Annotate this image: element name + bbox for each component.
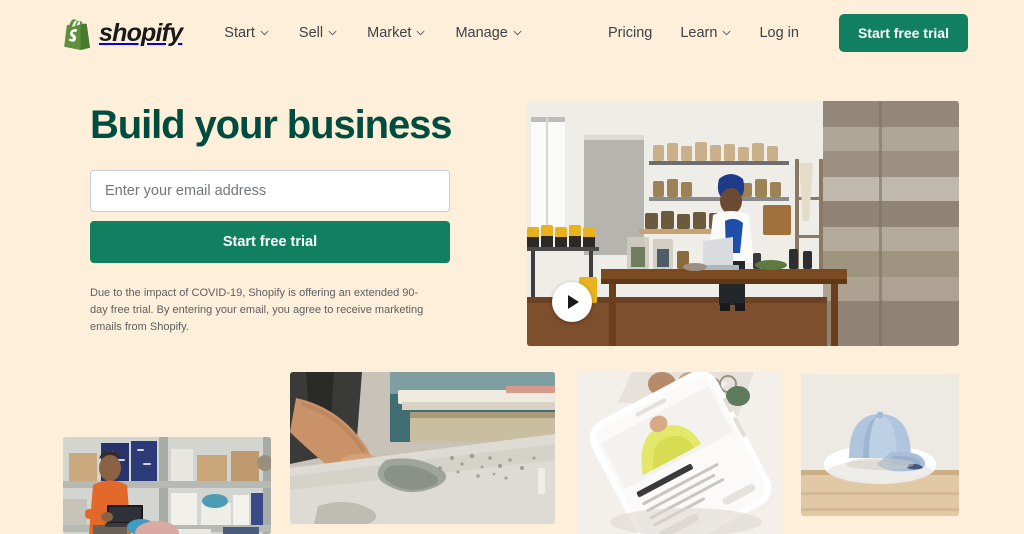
gallery-item-warehouse[interactable] [63,437,271,534]
start-free-trial-hero-button[interactable]: Start free trial [90,221,450,264]
cap-image [801,374,959,516]
nav-item-pricing[interactable]: Pricing [608,25,652,41]
start-free-trial-nav-button[interactable]: Start free trial [838,14,968,52]
email-field[interactable] [90,170,450,213]
phone-mockup-image [578,372,782,534]
nav-item-sell-label: Sell [298,25,324,41]
nav-item-start-label: Start [224,25,255,41]
chevron-down-icon [723,30,731,36]
play-icon [568,295,579,309]
nav-item-pricing-label: Pricing [608,25,653,41]
play-button[interactable] [552,282,592,322]
hero-video-image [527,101,959,346]
nav-item-learn-label: Learn [680,25,718,41]
nav-item-manage[interactable]: Manage [455,25,522,41]
chevron-down-icon [417,30,425,36]
nav-item-start[interactable]: Start [224,25,269,41]
chevron-down-icon [328,30,337,36]
chevron-down-icon [260,30,269,36]
nav-item-login[interactable]: Log in [759,25,799,41]
nav-item-login-label: Log in [759,25,799,41]
hero-section: Build your business Start free trial Due… [90,103,462,336]
site-header: shopify Start Sell Market Manage Pricing… [0,0,1024,66]
nav-item-market-label: Market [367,25,412,41]
nav-item-sell[interactable]: Sell [299,25,337,41]
gallery-item-phone[interactable] [578,372,782,534]
gallery-item-cap[interactable] [801,374,959,516]
shopify-logo-link[interactable]: shopify [62,17,183,50]
page-title: Build your business [90,103,452,147]
hero-video-thumbnail[interactable] [527,101,959,346]
brand-name: shopify [99,18,183,47]
chevron-down-icon [513,30,522,36]
warehouse-image [63,437,271,534]
trial-disclaimer: Due to the impact of COVID-19, Shopify i… [90,287,424,334]
gallery-item-workshop[interactable] [290,372,555,524]
nav-item-manage-label: Manage [455,25,508,41]
shopify-bag-icon [64,18,90,50]
secondary-nav: Pricing Learn Log in Start free trial [608,14,968,52]
workshop-image [290,372,555,524]
nav-item-learn[interactable]: Learn [680,25,731,41]
primary-nav: Start Sell Market Manage [224,25,522,41]
nav-item-market[interactable]: Market [367,25,425,41]
